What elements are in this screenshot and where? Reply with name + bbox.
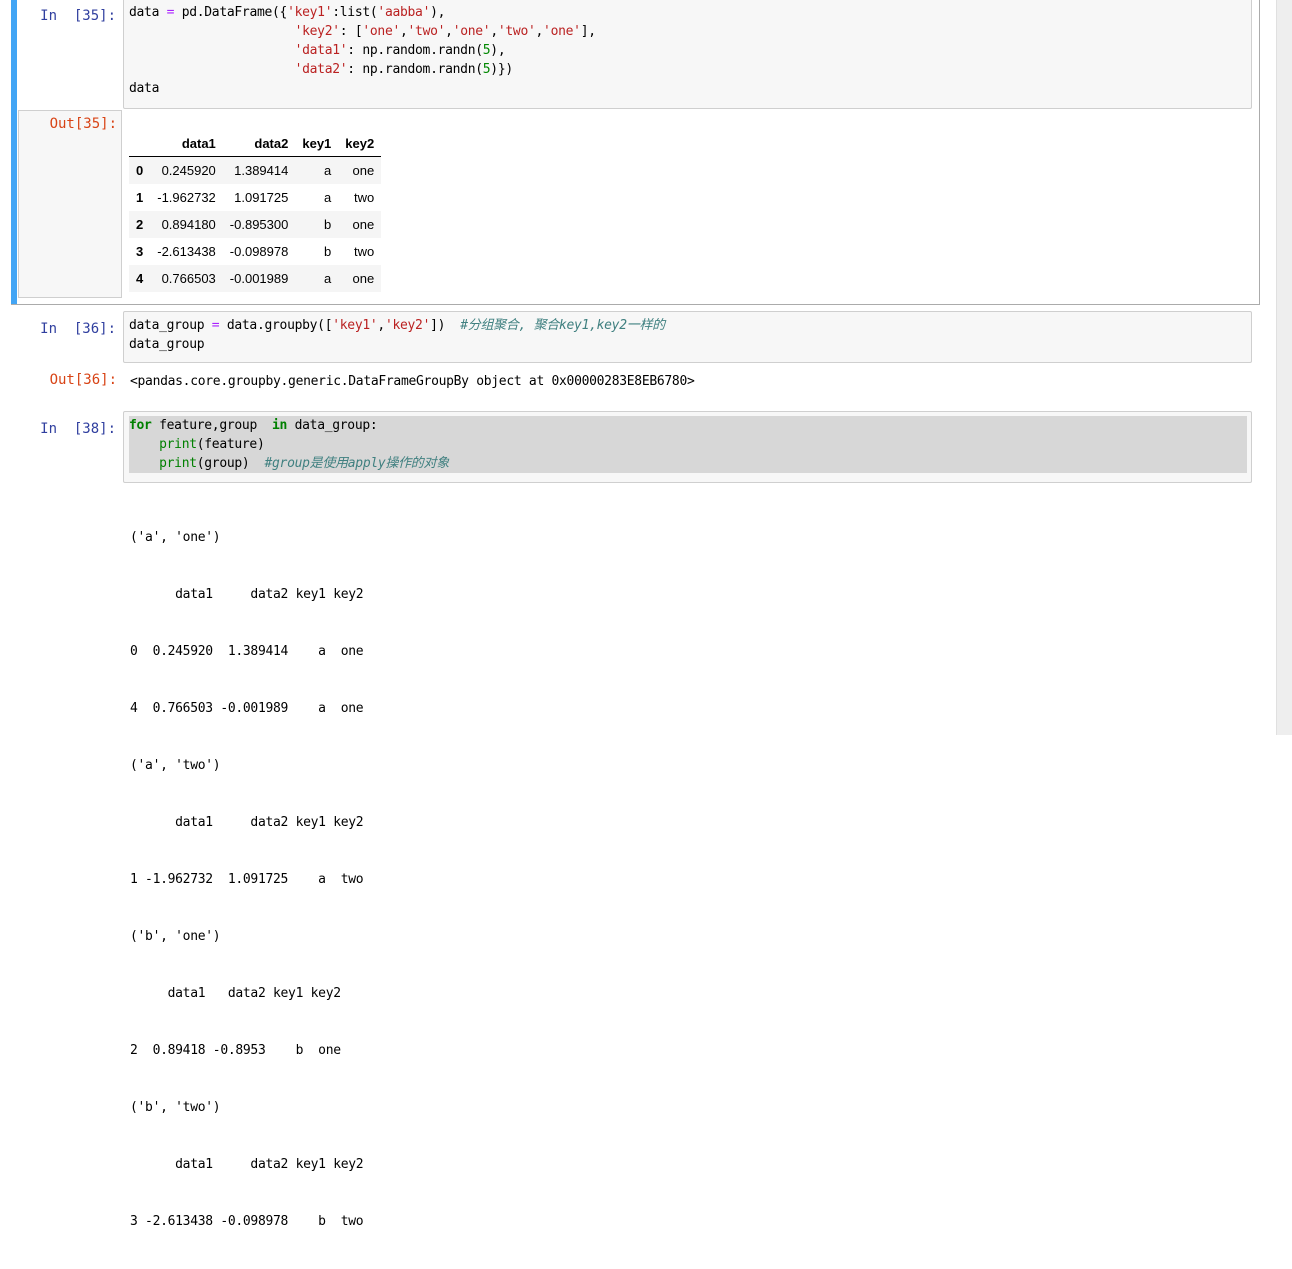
notebook-container: In [35]: data = pd.DataFrame({'key1':lis… xyxy=(0,0,1276,1229)
table-cell: two xyxy=(353,244,375,259)
table-cell: 1.389414 xyxy=(234,163,289,178)
output-line: 3 -2.613438 -0.098978 b two xyxy=(130,1214,364,1229)
input-prompt-35: In [35]: xyxy=(40,8,116,24)
output-line: 4 0.766503 -0.001989 a one xyxy=(130,701,364,716)
output-prompt-36: Out[36]: xyxy=(49,372,117,388)
table-header: key2 xyxy=(338,130,382,157)
output-line: 2 0.89418 -0.8953 b one xyxy=(130,1043,341,1058)
row-index: 0 xyxy=(136,163,144,178)
code-line: data = pd.DataFrame({'key1':list('aabba'… xyxy=(129,5,446,20)
table-cell: 1.091725 xyxy=(234,190,289,205)
table-cell: one xyxy=(352,163,375,178)
output-text-36: <pandas.core.groupby.generic.DataFrameGr… xyxy=(130,374,695,389)
table-row: 4 0.766503 -0.001989 a one xyxy=(129,265,382,292)
input-prompt-38: In [38]: xyxy=(40,421,116,437)
table-cell: 0.245920 xyxy=(161,163,216,178)
code-line: data_group xyxy=(129,337,205,352)
table-cell: a xyxy=(324,190,332,205)
vertical-scrollbar[interactable] xyxy=(1276,0,1292,735)
output-line: 1 -1.962732 1.091725 a two xyxy=(130,872,364,887)
table-cell: b xyxy=(324,217,332,232)
table-cell: one xyxy=(352,217,375,232)
table-cell: b xyxy=(324,244,332,259)
table-cell: 0.766503 xyxy=(161,271,216,286)
code-line: data xyxy=(129,81,160,96)
code-editor-35[interactable]: data = pd.DataFrame({'key1':list('aabba'… xyxy=(123,0,1252,109)
code-editor-38[interactable]: for feature,group in data_group: print(f… xyxy=(123,411,1252,483)
table-cell: two xyxy=(353,190,375,205)
table-cell: -0.895300 xyxy=(229,217,289,232)
output-line: ('a', 'two') xyxy=(130,758,221,773)
table-header: data1 xyxy=(150,130,223,157)
row-index: 4 xyxy=(136,271,144,286)
output-prompt-35: Out[35]: xyxy=(49,116,117,132)
code-line: data_group = data.groupby(['key1','key2'… xyxy=(129,318,665,333)
row-index: 2 xyxy=(136,217,144,232)
table-header: data2 xyxy=(222,130,296,157)
table-cell: -1.962732 xyxy=(157,190,216,205)
table-cell: one xyxy=(352,271,375,286)
output-line: data1 data2 key1 key2 xyxy=(130,815,364,830)
code-line: 'data1': np.random.randn(5), xyxy=(294,43,506,58)
row-index: 1 xyxy=(136,190,144,205)
code-line: 'key2': ['one','two','one','two','one'], xyxy=(294,24,596,39)
table-header-row: data1 data2 key1 key2 xyxy=(129,130,382,157)
input-prompt-36: In [36]: xyxy=(40,321,116,337)
code-line-active: for feature,group in data_group: xyxy=(129,416,1247,435)
code-line-active: print(group) #group是使用apply操作的对象 xyxy=(129,454,1247,473)
output-line: ('b', 'one') xyxy=(130,929,221,944)
table-row: 3 -2.613438 -0.098978 b two xyxy=(129,238,381,265)
code-line: 'data2': np.random.randn(5)}) xyxy=(294,62,514,77)
row-index: 3 xyxy=(136,244,144,259)
table-row: 0 0.245920 1.389414 a one xyxy=(129,156,382,184)
table-cell: 0.894180 xyxy=(161,217,216,232)
table-row: 1 -1.962732 1.091725 a two xyxy=(129,184,381,211)
code-line-active: print(feature) xyxy=(129,435,1247,454)
output-line: data1 data2 key1 key2 xyxy=(130,587,364,602)
output-collapse-area-35[interactable] xyxy=(18,110,122,298)
table-cell: -0.098978 xyxy=(229,244,289,259)
output-line: 0 0.245920 1.389414 a one xyxy=(130,644,364,659)
dataframe-table: data1 data2 key1 key2 0 0.245920 1.38941… xyxy=(129,130,382,292)
table-header: key1 xyxy=(295,130,339,157)
output-line: data1 data2 key1 key2 xyxy=(130,986,341,1001)
output-stream-38: ('a', 'one') data1 data2 key1 key2 0 0.2… xyxy=(130,490,364,1269)
output-line: ('b', 'two') xyxy=(130,1100,221,1115)
output-line: data1 data2 key1 key2 xyxy=(130,1157,364,1172)
table-cell: a xyxy=(324,163,332,178)
code-editor-36[interactable]: data_group = data.groupby(['key1','key2'… xyxy=(123,311,1252,363)
table-cell: -2.613438 xyxy=(157,244,216,259)
output-line: ('a', 'one') xyxy=(130,530,221,545)
table-cell: a xyxy=(324,271,332,286)
table-row: 2 0.894180 -0.895300 b one xyxy=(129,211,382,238)
selected-cell-indicator xyxy=(11,0,17,304)
table-header xyxy=(129,130,151,157)
table-cell: -0.001989 xyxy=(229,271,289,286)
